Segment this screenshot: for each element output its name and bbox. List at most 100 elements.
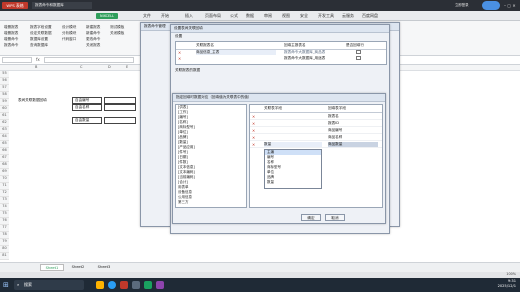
login-avatar[interactable] bbox=[482, 1, 500, 10]
col-c[interactable]: C bbox=[80, 65, 82, 69]
row-header[interactable]: 61 bbox=[0, 113, 9, 120]
row-header[interactable]: 68 bbox=[0, 162, 9, 169]
fill-field[interactable]: 报表ID bbox=[328, 121, 339, 126]
row-header[interactable]: 57 bbox=[0, 85, 9, 92]
row-fill-report[interactable]: 报表命令大数据库_用途表 bbox=[284, 56, 325, 61]
fill-row-checkbox[interactable] bbox=[356, 56, 361, 60]
cancel-button[interactable]: 取消 bbox=[325, 214, 345, 221]
tab-layout[interactable]: 页面布局 bbox=[205, 13, 221, 19]
cell-field-b[interactable]: 自由名称 bbox=[72, 104, 102, 111]
app-icon[interactable] bbox=[144, 281, 152, 289]
fill-row-checkbox[interactable] bbox=[356, 50, 361, 54]
row-header[interactable]: 76 bbox=[0, 218, 9, 225]
link-table[interactable]: 关联报表名 回填主报表名 是否回填行 ✕ 商品信息_主表 报表命令大数据库_商品… bbox=[175, 41, 387, 65]
row-header[interactable]: 71 bbox=[0, 183, 9, 190]
delete-icon[interactable]: ✕ bbox=[178, 50, 181, 55]
name-box[interactable] bbox=[2, 57, 32, 63]
row-header[interactable]: 59 bbox=[0, 99, 9, 106]
source-field-tree[interactable]: [供表] [工作] [编号] [名称] [商标型号] [单位] [品牌] [数量] [产品应用]… bbox=[175, 104, 247, 208]
browser-icon[interactable] bbox=[108, 281, 116, 289]
file-explorer-icon[interactable] bbox=[96, 281, 104, 289]
field-dropdown-list[interactable]: 主编 编号 名称 商标型号 单位 品牌 数量 bbox=[264, 149, 322, 189]
search-box[interactable]: ⌕ 搜索 bbox=[14, 280, 84, 290]
dropdown-option[interactable]: 数量 bbox=[265, 180, 321, 185]
tab-formula[interactable]: 公式 bbox=[230, 13, 238, 19]
doc-tab[interactable]: 报表命令和数据库 bbox=[32, 2, 92, 9]
wps-brand[interactable]: WPS 表格 bbox=[2, 2, 28, 9]
row-header[interactable]: 79 bbox=[0, 239, 9, 246]
row-header[interactable]: 60 bbox=[0, 106, 9, 113]
ribbon-btn[interactable]: 代码窗口 bbox=[62, 36, 76, 42]
login-link[interactable]: 立即登录 bbox=[455, 2, 479, 9]
formula-input[interactable] bbox=[44, 57, 134, 63]
col-d[interactable]: D bbox=[108, 65, 111, 69]
sheet-tab-1[interactable]: Sheet1 bbox=[40, 264, 64, 271]
row-header[interactable]: 67 bbox=[0, 155, 9, 162]
delete-icon[interactable]: ✕ bbox=[252, 121, 255, 126]
row-header[interactable]: 58 bbox=[0, 92, 9, 99]
col-b[interactable]: B bbox=[35, 65, 37, 69]
row-header[interactable]: 75 bbox=[0, 211, 9, 218]
grid-row[interactable]: ✕ 报表名 bbox=[250, 114, 382, 120]
row-header[interactable]: 72 bbox=[0, 190, 9, 197]
row-header[interactable]: 81 bbox=[0, 253, 9, 260]
col-e[interactable]: E bbox=[126, 65, 128, 69]
fill-field[interactable]: 商品数量 bbox=[328, 142, 378, 147]
tab-view[interactable]: 视图 bbox=[282, 13, 290, 19]
window-controls[interactable]: – ▢ ✕ bbox=[504, 2, 518, 9]
row-header[interactable]: 66 bbox=[0, 148, 9, 155]
fill-field[interactable]: 商品名称 bbox=[328, 135, 342, 140]
wps-taskbar-icon[interactable] bbox=[120, 281, 128, 289]
delete-icon[interactable]: ✕ bbox=[252, 135, 255, 140]
sheet-tab-3[interactable]: Sheet3 bbox=[92, 264, 116, 271]
grid-row[interactable]: ✕ 数量 商品数量 bbox=[250, 142, 382, 148]
ok-button[interactable]: 确定 bbox=[301, 214, 321, 221]
row-link-report[interactable]: 商品信息_主表 bbox=[196, 50, 276, 55]
ribbon-btn[interactable]: 报表命令 bbox=[4, 42, 18, 48]
fill-field[interactable]: 商品编号 bbox=[328, 128, 342, 133]
settings-tab[interactable]: 设置 bbox=[175, 34, 182, 39]
row-header[interactable]: 65 bbox=[0, 141, 9, 148]
windows-start-icon[interactable]: ⊞ bbox=[3, 281, 11, 289]
row-header[interactable]: 63 bbox=[0, 127, 9, 134]
delete-icon[interactable]: ✕ bbox=[252, 142, 255, 147]
app-icon[interactable] bbox=[132, 281, 140, 289]
cell-field-c[interactable]: 自由数量 bbox=[72, 117, 102, 124]
row-fill-report[interactable]: 报表命令大数据库_商品表 bbox=[284, 50, 325, 55]
delete-icon[interactable]: ✕ bbox=[252, 128, 255, 133]
tab-baidu[interactable]: 百度网盘 bbox=[362, 13, 378, 19]
cell-field-a[interactable]: 自由编号 bbox=[72, 97, 102, 104]
row-header[interactable]: 77 bbox=[0, 225, 9, 232]
fx-icon[interactable]: fx bbox=[36, 57, 42, 63]
ribbon-btn[interactable]: 关闭报表 bbox=[86, 42, 100, 48]
delete-icon[interactable]: ✕ bbox=[178, 56, 181, 61]
row-header[interactable]: 78 bbox=[0, 232, 9, 239]
row-header[interactable]: 69 bbox=[0, 169, 9, 176]
tab-data[interactable]: 数据 bbox=[246, 13, 254, 19]
grid-row[interactable]: ✕ 商品名称 bbox=[250, 135, 382, 141]
tab-dev-tools[interactable]: 开发工具 bbox=[318, 13, 334, 19]
cell-empty-b[interactable] bbox=[104, 104, 136, 111]
delete-icon[interactable]: ✕ bbox=[252, 114, 255, 119]
grid-row[interactable]: ✕ 报表ID bbox=[250, 121, 382, 127]
mapping-grid[interactable]: 关联表字段 回填表字段 ✕ 报表名 ✕ 报表ID ✕ 商品编号 ✕ 商品名称 ✕ 数量 商品数量 主… bbox=[249, 104, 383, 208]
row-header[interactable]: 56 bbox=[0, 78, 9, 85]
row-header[interactable]: 55 bbox=[0, 71, 9, 78]
ribbon-btn[interactable]: 查询数据库 bbox=[30, 42, 52, 48]
clock[interactable]: 9:31 2025/12/1 bbox=[486, 279, 516, 289]
row-header[interactable]: 64 bbox=[0, 134, 9, 141]
row-header[interactable]: 73 bbox=[0, 197, 9, 204]
grid-row[interactable]: ✕ 商品编号 bbox=[250, 128, 382, 134]
row-header[interactable]: 80 bbox=[0, 246, 9, 253]
tab-insert[interactable]: 插入 bbox=[185, 13, 193, 19]
tab-security[interactable]: 安全 bbox=[300, 13, 308, 19]
tab-review[interactable]: 审阅 bbox=[264, 13, 272, 19]
sheet-tab-2[interactable]: Sheet2 bbox=[66, 264, 90, 271]
link-field[interactable]: 数量 bbox=[264, 142, 322, 147]
row-header[interactable]: 62 bbox=[0, 120, 9, 127]
tab-home[interactable]: 开始 bbox=[161, 13, 169, 19]
tree-group[interactable]: 第三方 bbox=[176, 200, 246, 205]
ribbon-btn[interactable]: 关闭模板 bbox=[110, 30, 124, 36]
app-icon[interactable] bbox=[156, 281, 164, 289]
fill-field[interactable]: 报表名 bbox=[328, 114, 339, 119]
